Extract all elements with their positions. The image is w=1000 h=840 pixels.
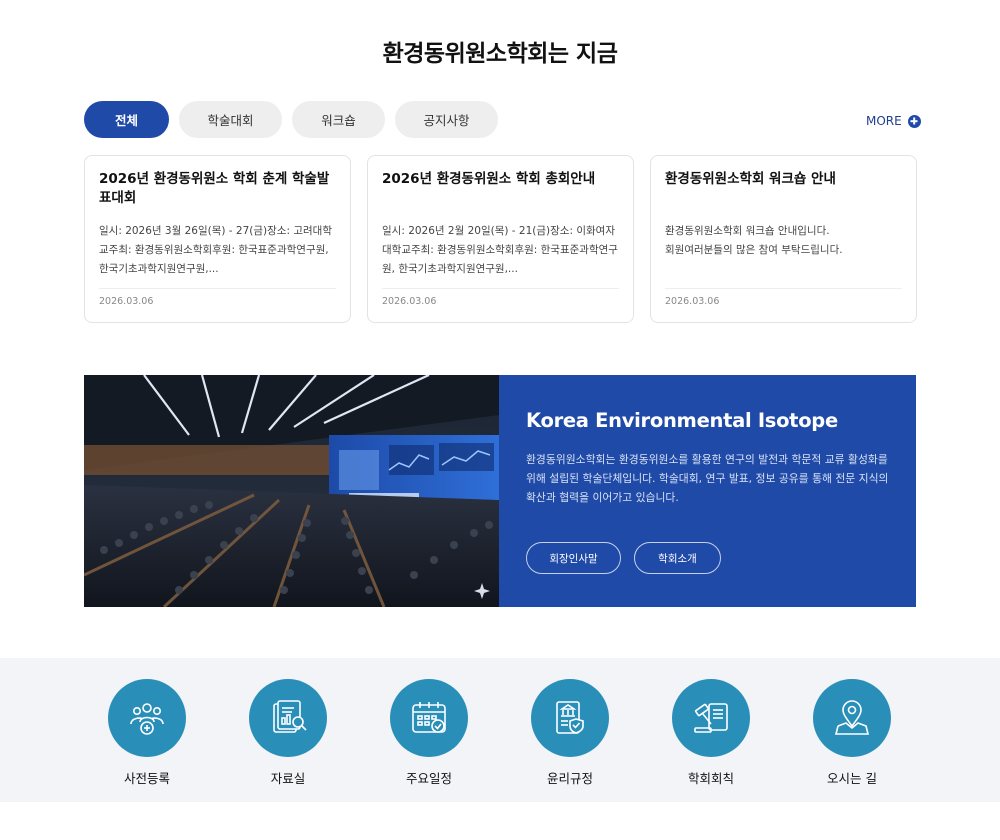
tab-workshop[interactable]: 워크숍	[292, 101, 385, 138]
quick-link-ethics[interactable]: 윤리규정	[515, 679, 625, 787]
banner-description: 환경동위원소학회는 환경동위원소를 활용한 연구의 발전과 학문적 교류 활성화…	[526, 453, 889, 504]
news-cards: 2026년 환경동위원소 학회 춘계 학술발표대회 일시: 2026년 3월 2…	[84, 155, 917, 323]
people-add-icon	[108, 679, 186, 757]
news-card[interactable]: 환경동위원소학회 워크숍 안내 환경동위원소학회 워크숍 안내입니다. 회원여러…	[650, 155, 917, 323]
regulation-document-icon	[531, 679, 609, 757]
about-banner: Korea Environmental Isotope 환경동위원소학회는 환경…	[84, 375, 916, 607]
quick-link-registration[interactable]: 사전등록	[92, 679, 202, 787]
news-card[interactable]: 2026년 환경동위원소 학회 총회안내 일시: 2026년 2월 20일(목)…	[367, 155, 634, 323]
card-body: 일시: 2026년 3월 26일(목) - 27(금)장소: 고려대학교주최: …	[99, 225, 332, 275]
quick-link-label: 오시는 길	[827, 771, 877, 786]
greeting-button[interactable]: 회장인사말	[526, 542, 621, 574]
banner-buttons: 회장인사말 학회소개	[526, 542, 721, 574]
plus-circle-icon	[907, 114, 921, 128]
conference-hall-photo	[84, 375, 499, 607]
card-title: 2026년 환경동위원소 학회 춘계 학술발표대회	[99, 171, 330, 206]
card-date: 2026.03.06	[99, 296, 154, 307]
card-date: 2026.03.06	[382, 296, 437, 307]
card-date: 2026.03.06	[665, 296, 720, 307]
tab-notice[interactable]: 공지사항	[395, 101, 498, 138]
quick-link-label: 주요일정	[405, 771, 452, 786]
banner-panel: Korea Environmental Isotope 환경동위원소학회는 환경…	[499, 375, 916, 607]
quick-link-directions[interactable]: 오시는 길	[797, 679, 907, 787]
documents-search-icon	[249, 679, 327, 757]
section-title: 환경동위원소학회는 지금	[382, 41, 618, 67]
quick-link-label: 윤리규정	[546, 771, 593, 786]
quick-link-label: 학회회칙	[687, 771, 734, 786]
quick-link-bylaws[interactable]: 학회회칙	[656, 679, 766, 787]
card-divider	[99, 288, 336, 289]
card-body: 일시: 2026년 2월 20일(목) - 21(금)장소: 이화여자대학교주최…	[382, 225, 618, 275]
card-body: 환경동위원소학회 워크숍 안내입니다. 회원여러분들의 많은 참여 부탁드립니다…	[665, 225, 843, 256]
quick-link-label: 자료실	[270, 771, 306, 786]
map-pin-icon	[813, 679, 891, 757]
calendar-icon	[390, 679, 468, 757]
quick-link-archive[interactable]: 자료실	[233, 679, 343, 787]
card-divider	[382, 288, 619, 289]
more-label: MORE	[866, 114, 902, 128]
card-divider	[665, 288, 902, 289]
more-link[interactable]: MORE	[866, 114, 921, 128]
banner-title: Korea Environmental Isotope	[526, 409, 838, 432]
category-tabs: 전체 학술대회 워크숍 공지사항	[84, 101, 498, 138]
gavel-document-icon	[672, 679, 750, 757]
tab-all[interactable]: 전체	[84, 101, 169, 138]
tab-conference[interactable]: 학술대회	[179, 101, 282, 138]
quick-links: 사전등록 자료실 주요일정 윤리규정 학회회칙 오시는 길	[0, 658, 1000, 802]
news-card[interactable]: 2026년 환경동위원소 학회 춘계 학술발표대회 일시: 2026년 3월 2…	[84, 155, 351, 323]
card-title: 환경동위원소학회 워크숍 안내	[665, 171, 836, 187]
about-button[interactable]: 학회소개	[634, 542, 721, 574]
quick-link-schedule[interactable]: 주요일정	[374, 679, 484, 787]
quick-link-label: 사전등록	[123, 771, 170, 786]
card-title: 2026년 환경동위원소 학회 총회안내	[382, 171, 596, 187]
